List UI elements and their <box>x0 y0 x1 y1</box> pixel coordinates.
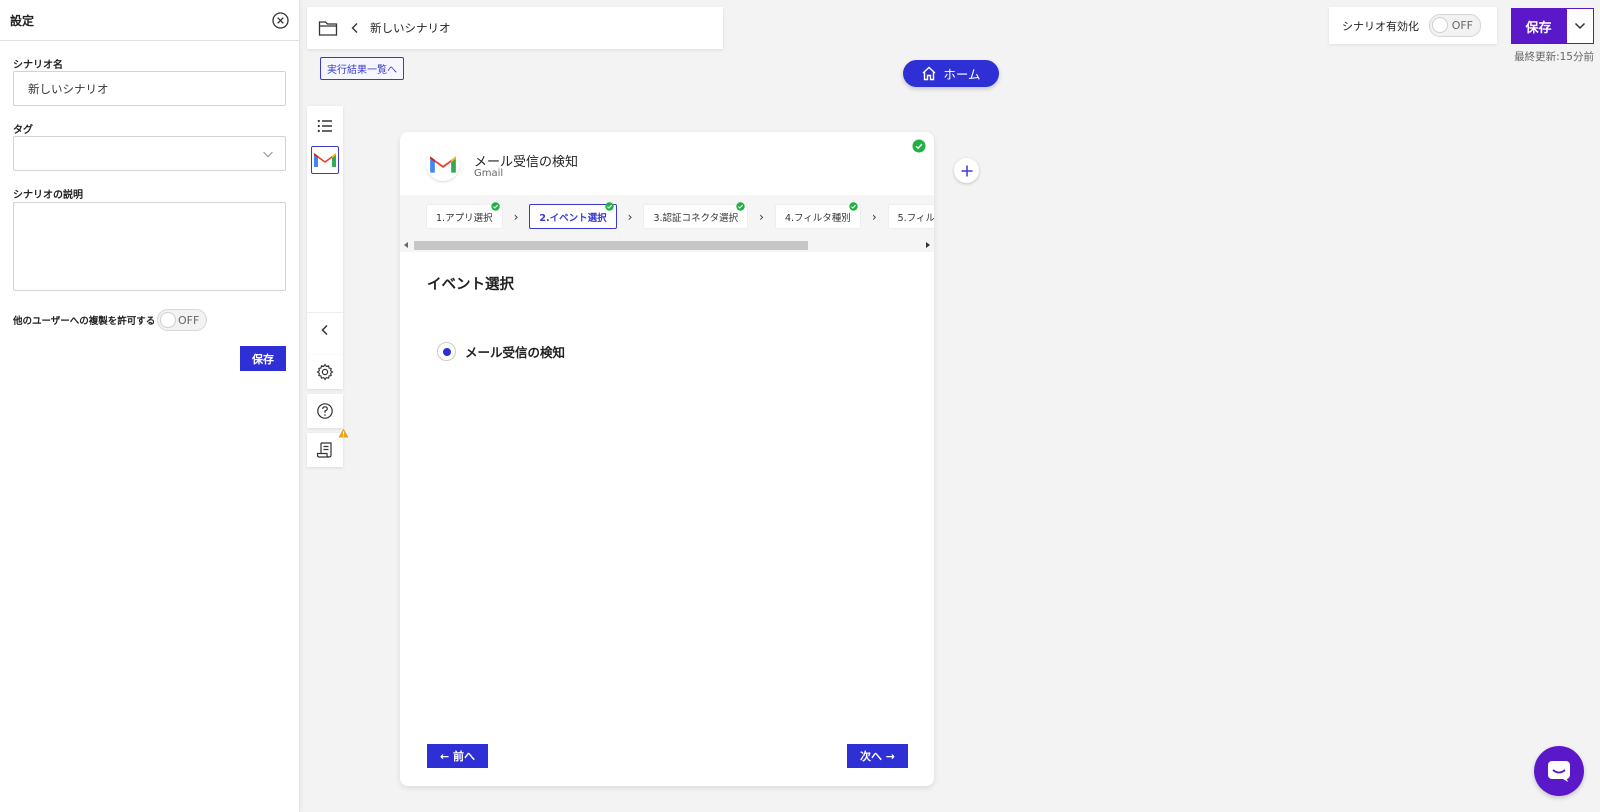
step-tab-label: 3.認証コネクタ選択 <box>653 212 739 224</box>
step-arrow-icon: › <box>513 209 519 224</box>
check-circle-icon <box>736 202 745 211</box>
gmail-step-button[interactable] <box>311 146 339 174</box>
settings-title: 設定 <box>10 13 35 28</box>
home-label: ホーム <box>943 67 981 82</box>
step-tab-label: 5.フィルタ <box>897 212 934 224</box>
settings-save-button[interactable]: 保存 <box>240 346 286 371</box>
log-button[interactable] <box>307 433 343 467</box>
list-view-button[interactable] <box>307 109 343 143</box>
section-title: イベント選択 <box>427 277 514 293</box>
step-tab-label: 1.アプリ選択 <box>436 212 493 224</box>
toggle-knob <box>1432 17 1448 33</box>
add-step-button[interactable] <box>954 158 979 183</box>
allow-copy-label: 他のユーザーへの複製を許可する <box>13 316 156 327</box>
scenario-enable-toggle[interactable]: OFF <box>1429 14 1481 37</box>
last-updated: 最終更新:15分前 <box>1514 51 1594 63</box>
scenario-title: 新しいシナリオ <box>370 21 451 35</box>
step-arrow-icon: › <box>759 209 764 224</box>
scroll-right-arrow[interactable] <box>926 242 930 248</box>
help-icon <box>317 403 333 419</box>
next-button[interactable]: 次へ → <box>847 744 908 768</box>
step-arrow-icon: › <box>871 209 877 224</box>
card-subtitle: Gmail <box>474 168 504 179</box>
tag-label: タグ <box>13 125 33 136</box>
step-tab[interactable]: 5.フィルタ <box>887 204 934 229</box>
scenario-name-label: シナリオ名 <box>13 60 63 71</box>
check-circle-icon <box>849 202 858 211</box>
step-tab[interactable]: 1.アプリ選択 <box>426 202 503 229</box>
chat-support-button[interactable] <box>1534 746 1584 796</box>
chevron-left-icon[interactable] <box>350 22 360 34</box>
settings-panel: 設定 シナリオ名 タグ シナリオの説明 他のユーザーへの複製を許可する OFF … <box>0 0 300 812</box>
toggle-state: OFF <box>178 314 200 327</box>
event-option[interactable]: メール受信の検知 <box>437 342 565 361</box>
scroll-left-arrow[interactable] <box>404 242 408 248</box>
step-tab-label: 2.イベント選択 <box>539 212 607 224</box>
description-label: シナリオの説明 <box>13 190 83 201</box>
step-tab[interactable]: 3.認証コネクタ選択 <box>643 202 749 229</box>
tool-sidebar <box>307 106 343 356</box>
chevron-down-icon <box>263 151 273 158</box>
description-textarea[interactable] <box>13 202 286 291</box>
settings-header: 設定 <box>0 0 299 41</box>
radio-button[interactable] <box>437 342 456 361</box>
chevron-down-icon <box>1574 22 1586 30</box>
step-tab[interactable]: 2.イベント選択 <box>529 202 617 229</box>
scenario-enable-label: シナリオ有効化 <box>1342 19 1419 33</box>
step-card: メール受信の検知 Gmail 1.アプリ選択 › 2.イベント選択 › 3.認証コネクタ… <box>400 132 934 786</box>
allow-copy-toggle[interactable]: OFF <box>157 309 208 331</box>
save-button[interactable]: 保存 <box>1511 8 1566 44</box>
home-icon <box>922 66 936 81</box>
tag-select[interactable] <box>13 136 286 171</box>
collapse-button[interactable] <box>307 312 343 346</box>
step-tabs: 1.アプリ選択 › 2.イベント選択 › 3.認証コネクタ選択 › 4.フィルタ種別 › 5.フ… <box>426 202 934 229</box>
list-icon <box>317 119 332 133</box>
save-options-dropdown[interactable] <box>1566 8 1594 44</box>
step-tab[interactable]: 4.フィルタ種別 <box>774 202 861 229</box>
check-circle-icon <box>604 202 614 211</box>
gmail-icon <box>314 153 336 167</box>
settings-button[interactable] <box>307 355 343 389</box>
check-circle-icon <box>490 202 500 211</box>
event-option-label: メール受信の検知 <box>465 345 566 360</box>
breadcrumb: 新しいシナリオ <box>307 7 723 49</box>
scenario-enable-box: シナリオ有効化 OFF <box>1329 7 1497 44</box>
step-scrollbar[interactable] <box>404 240 930 250</box>
toggle-knob <box>160 312 177 328</box>
save-button-group: 保存 <box>1511 8 1594 44</box>
help-button[interactable] <box>307 394 343 428</box>
card-header: メール受信の検知 Gmail <box>400 132 934 195</box>
scroll-thumb[interactable] <box>414 241 808 250</box>
plus-icon <box>961 165 972 176</box>
warning-icon <box>338 428 349 438</box>
chevron-left-icon <box>321 324 328 335</box>
allow-copy-row: 他のユーザーへの複製を許可する OFF <box>13 309 208 331</box>
results-list-link[interactable]: 実行結果一覧へ <box>320 57 404 80</box>
toggle-state: OFF <box>1451 19 1473 32</box>
scenario-name-input[interactable] <box>13 71 286 106</box>
folder-icon[interactable] <box>318 19 338 37</box>
gmail-logo <box>426 147 460 181</box>
radio-selected-dot <box>442 347 451 356</box>
step-tab-label: 4.フィルタ種別 <box>784 212 851 224</box>
scroll-log-icon <box>316 442 332 458</box>
close-icon[interactable] <box>271 11 289 29</box>
prev-button[interactable]: ← 前へ <box>427 744 488 768</box>
step-tabs-area: 1.アプリ選択 › 2.イベント選択 › 3.認証コネクタ選択 › 4.フィルタ種別 › 5.フ… <box>400 195 934 252</box>
gmail-icon <box>430 155 456 173</box>
step-arrow-icon: › <box>627 209 633 224</box>
check-circle-icon <box>912 139 926 153</box>
gear-icon <box>316 363 334 381</box>
chat-icon <box>1548 761 1570 782</box>
home-button[interactable]: ホーム <box>903 60 999 87</box>
